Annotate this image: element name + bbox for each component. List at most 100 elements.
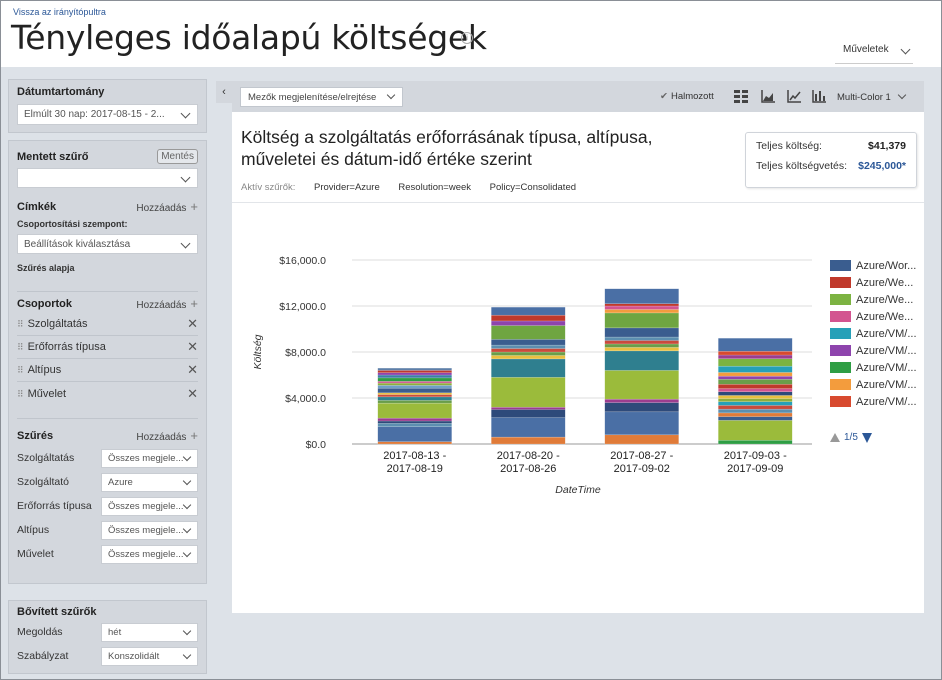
bar-segment [718, 395, 793, 399]
bar-segment [718, 401, 793, 406]
group-item-label: Művelet [27, 387, 67, 400]
actions-menu[interactable]: Műveletek [835, 38, 913, 64]
legend-item[interactable]: Azure/VM/... [830, 359, 920, 376]
policy-dropdown[interactable]: Konszolidált [101, 646, 198, 666]
filter-row: Szolgáltató Azure [17, 470, 198, 494]
y-tick-label: $0.0 [306, 439, 327, 451]
stacked-bar-chart: $0.0 $4,000.0 $8,000.0 $12,000.0 $16,000.0 Kö… [252, 255, 812, 496]
page-title: Tényleges időalapú költségek [11, 18, 487, 57]
legend-swatch [830, 260, 851, 271]
legend-item[interactable]: Azure/VM/... [830, 376, 920, 393]
chevron-down-icon [180, 172, 191, 183]
legend-swatch [830, 362, 851, 373]
back-to-dashboard-link[interactable]: Vissza az irányítópultra [13, 7, 106, 17]
filter-dropdown[interactable]: Összes megjele... [101, 496, 198, 516]
legend-item[interactable]: Azure/We... [830, 291, 920, 308]
bar-segment [377, 374, 452, 379]
legend-page-indicator: 1/5 [844, 432, 858, 443]
chevron-down-icon [182, 476, 192, 485]
drag-handle-icon[interactable]: ⠿ [17, 342, 24, 352]
add-group-button[interactable]: Hozzáadás + [136, 296, 198, 311]
actions-label: Műveletek [843, 44, 889, 55]
filter-value: Összes megjele... [108, 524, 184, 536]
bar-segment [377, 423, 452, 427]
group-item[interactable]: ⠿ Művelet ✕ [17, 382, 198, 405]
bar-segment [604, 340, 679, 345]
group-item[interactable]: ⠿ Szolgáltatás ✕ [17, 313, 198, 336]
y-tick-label: $12,000.0 [279, 301, 326, 313]
close-icon[interactable]: ✕ [187, 386, 198, 402]
bar-segment [491, 436, 566, 445]
drag-handle-icon[interactable]: ⠿ [17, 365, 24, 375]
x-tick-label: 2017-08-26 [500, 463, 556, 475]
resolution-dropdown[interactable]: hét [101, 622, 198, 642]
bar-segment [491, 339, 566, 346]
bar-segment [604, 434, 679, 445]
filter-dropdown[interactable]: Összes megjele... [101, 544, 198, 564]
y-tick-label: $8,000.0 [285, 347, 326, 359]
add-tag-label: Hozzáadás [136, 203, 187, 214]
legend-swatch [830, 277, 851, 288]
filter-dropdown[interactable]: Azure [101, 472, 198, 492]
date-range-dropdown[interactable]: Elmúlt 30 nap: 2017-08-15 - 2... [17, 104, 198, 125]
bar-segment [604, 312, 679, 329]
group-item[interactable]: ⠿ Erőforrás típusa ✕ [17, 336, 198, 359]
date-range-panel: Dátumtartomány Elmúlt 30 nap: 2017-08-15… [8, 79, 207, 133]
legend-swatch [830, 311, 851, 322]
plus-icon: + [190, 296, 198, 311]
info-icon[interactable]: i [461, 32, 473, 44]
add-tag-button[interactable]: Hozzáadás + [136, 199, 198, 214]
filter-dropdown[interactable]: Összes megjele... [101, 448, 198, 468]
drag-handle-icon[interactable]: ⠿ [17, 389, 24, 399]
advanced-label: Szabályzat [17, 650, 69, 662]
add-filter-button[interactable]: Hozzáadás + [136, 428, 198, 443]
page-down-icon[interactable] [861, 432, 872, 443]
chevron-down-icon [182, 650, 192, 659]
chevron-down-icon [180, 108, 191, 119]
filter-row: Szolgáltatás Összes megjele... [17, 446, 198, 470]
bar-segment [604, 398, 679, 403]
bar-segment [718, 405, 793, 410]
collapse-sidebar-button[interactable]: ‹ [216, 81, 232, 103]
groups-head: Csoportok Hozzáadás + [17, 296, 198, 311]
bar-segment [491, 355, 566, 360]
bar-segment [604, 350, 679, 371]
legend-item[interactable]: Azure/VM/... [830, 325, 920, 342]
group-item[interactable]: ⠿ Altípus ✕ [17, 359, 198, 382]
resolution-value: hét [108, 626, 122, 638]
bar-segment [491, 377, 566, 408]
y-axis-label: Költség [252, 334, 264, 369]
save-button[interactable]: Mentés [157, 149, 198, 164]
filter-dropdown[interactable]: Összes megjele... [101, 520, 198, 540]
tags-title: Címkék [17, 200, 57, 213]
advanced-row: Megoldás hét [17, 620, 198, 644]
chevron-down-icon [900, 44, 911, 55]
filter-label: Szolgáltató [17, 476, 69, 488]
bar-segment [718, 408, 793, 414]
saved-filter-head: Mentett szűrő Mentés [17, 149, 198, 164]
bar-segment [491, 344, 566, 349]
policy-value: Konszolidált [108, 650, 160, 662]
bar-segment [604, 370, 679, 400]
legend-item[interactable]: Azure/We... [830, 274, 920, 291]
drag-handle-icon[interactable]: ⠿ [17, 319, 24, 329]
legend-item[interactable]: Azure/VM/... [830, 393, 920, 410]
filters-head: Szűrés Hozzáadás + [17, 428, 198, 443]
legend-item[interactable]: Azure/Wor... [830, 257, 920, 274]
chart-legend: Azure/Wor... Azure/We... Azure/We... Azure/… [830, 257, 920, 410]
bar-segment [377, 385, 452, 389]
close-icon[interactable]: ✕ [187, 362, 198, 378]
close-icon[interactable]: ✕ [187, 316, 198, 332]
saved-filter-dropdown[interactable] [17, 168, 198, 188]
chevron-down-icon [182, 548, 192, 557]
legend-item[interactable]: Azure/We... [830, 308, 920, 325]
tag-options-dropdown[interactable]: Beállítások kiválasztása [17, 234, 198, 254]
bar-segment [491, 351, 566, 356]
close-icon[interactable]: ✕ [187, 339, 198, 355]
advanced-filters-title: Bővített szűrők [17, 606, 97, 618]
page-up-icon[interactable] [830, 433, 840, 442]
saved-filter-title: Mentett szűrő [17, 150, 89, 163]
legend-pager: 1/5 [830, 432, 872, 443]
legend-label: Azure/VM/... [856, 327, 917, 340]
legend-item[interactable]: Azure/VM/... [830, 342, 920, 359]
